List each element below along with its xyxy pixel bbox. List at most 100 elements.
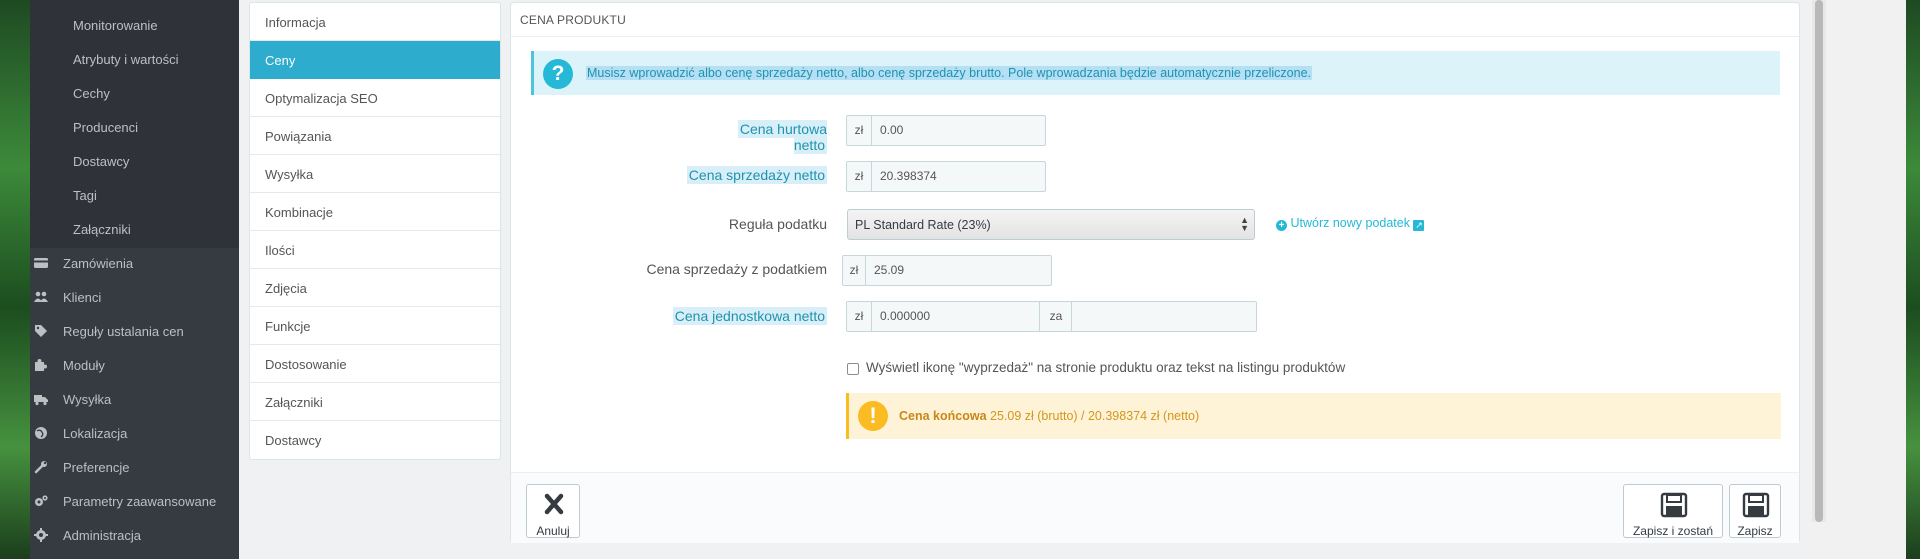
tab-seo[interactable]: Optymalizacja SEO [250, 79, 500, 117]
menu-item-label: Klienci [63, 290, 102, 305]
cancel-button-label: Anuluj [536, 524, 570, 538]
cogs-icon [35, 495, 48, 506]
menu-item-localization[interactable]: Lokalizacja [30, 417, 239, 451]
menu-item-administration[interactable]: Administracja [30, 519, 239, 553]
unit-price-label: Cena jednostkowa netto [657, 307, 827, 325]
final-price-values: 25.09 zł (brutto) / 20.398374 zł (netto) [990, 409, 1200, 423]
tab-label: Wysyłka [265, 167, 314, 182]
users-icon [34, 291, 48, 302]
menu-item-label: Wysyłka [63, 392, 112, 407]
create-tax-link-text: Utwórz nowy podatek [1290, 216, 1410, 230]
tab-label: Ceny [265, 53, 296, 68]
submenu-item-features[interactable]: Cechy [73, 86, 110, 101]
menu-item-label: Preferencje [63, 460, 130, 475]
cancel-button[interactable]: Anuluj [526, 484, 580, 538]
menu-item-customers[interactable]: Klienci [30, 281, 239, 315]
label-text: Cena jednostkowa netto [672, 307, 827, 325]
menu-item-label: Zamówienia [63, 256, 134, 271]
tab-label: Załączniki [265, 395, 323, 410]
unity-input[interactable] [1072, 302, 1256, 331]
menu-item-label: Parametry zaawansowane [63, 494, 217, 509]
catalog-submenu: Monitorowanie Atrybuty i wartości Cechy … [30, 0, 239, 248]
tab-label: Informacja [265, 15, 326, 30]
tab-label: Optymalizacja SEO [265, 91, 378, 106]
tab-associations[interactable]: Powiązania [250, 117, 500, 155]
unit-per-addon: za [1041, 302, 1072, 331]
net-price-input-group: zł 20.398374 [846, 161, 1046, 192]
net-price-input[interactable]: 20.398374 [872, 162, 1045, 191]
admin-sidebar: Monitorowanie Atrybuty i wartości Cechy … [30, 0, 239, 559]
currency-addon: zł [847, 302, 872, 331]
save-and-stay-button[interactable]: Zapisz i zostań [1623, 484, 1723, 538]
submenu-item-attributes[interactable]: Atrybuty i wartości [73, 52, 178, 67]
unit-price-input-group: zł 0.000000 za [846, 301, 1257, 332]
final-price-label: Cena końcowa [899, 409, 987, 423]
wrench-icon [34, 461, 47, 474]
submenu-item-suppliers[interactable]: Dostawcy [73, 154, 129, 169]
gross-price-label: Cena sprzedaży z podatkiem [646, 261, 827, 277]
wholesale-price-input[interactable]: 0.00 [872, 116, 1045, 145]
tab-customization[interactable]: Dostosowanie [250, 345, 500, 383]
tab-label: Funkcje [265, 319, 311, 334]
gross-price-input[interactable]: 25.09 [866, 256, 1051, 285]
tab-suppliers[interactable]: Dostawcy [250, 421, 500, 459]
menu-item-shipping[interactable]: Wysyłka [30, 383, 239, 417]
menu-item-preferences[interactable]: Preferencje [30, 451, 239, 485]
page-scrollbar-thumb[interactable] [1815, 0, 1823, 522]
tab-combinations[interactable]: Kombinacje [250, 193, 500, 231]
question-icon: ? [543, 59, 573, 89]
tab-label: Zdjęcia [265, 281, 307, 296]
final-price-alert: ! Cena końcowa 25.09 zł (brutto) / 20.39… [846, 393, 1781, 439]
currency-addon: zł [843, 256, 866, 285]
puzzle-icon [35, 359, 47, 371]
submenu-item-attachments[interactable]: Załączniki [73, 222, 131, 237]
tab-label: Dostawcy [265, 433, 322, 448]
on-sale-label[interactable]: Wyświetl ikonę "wyprzedaż" na stronie pr… [866, 360, 1345, 375]
floppy-disk-icon [1660, 492, 1688, 518]
truck-icon [34, 395, 48, 406]
info-alert-text: Musisz wprowadzić albo cenę sprzedaży ne… [586, 66, 1312, 80]
save-and-stay-label: Zapisz i zostań [1632, 524, 1714, 538]
tax-rule-selected: PL Standard Rate (23%) [855, 218, 991, 232]
tab-label: Powiązania [265, 129, 332, 144]
tax-rule-select[interactable]: PL Standard Rate (23%) ▲ ▼ [847, 209, 1255, 240]
window-right-gutter [1810, 0, 1920, 559]
wholesale-price-input-group: zł 0.00 [846, 115, 1046, 146]
unit-price-input[interactable]: 0.000000 [872, 302, 1040, 331]
select-arrows-icon: ▲ ▼ [1240, 215, 1249, 233]
desktop-background-right [1906, 0, 1920, 559]
create-tax-link[interactable]: + Utwórz nowy podatek ↗ [1276, 216, 1425, 231]
tab-quantities[interactable]: Ilości [250, 231, 500, 269]
gear-icon [34, 528, 48, 542]
submenu-item-tags[interactable]: Tagi [73, 188, 97, 203]
tab-prices[interactable]: Ceny [250, 41, 500, 79]
label-text: Cena hurtowa netto [737, 120, 827, 154]
save-button[interactable]: Zapisz [1729, 484, 1781, 538]
panel-footer: Anuluj Zapisz i zostań Zapisz [511, 472, 1799, 543]
save-button-label: Zapisz [1737, 524, 1773, 538]
menu-item-price-rules[interactable]: Reguły ustalania cen [30, 315, 239, 349]
currency-addon: zł [847, 116, 872, 145]
tab-shipping[interactable]: Wysyłka [250, 155, 500, 193]
gross-price-input-group: zł 25.09 [842, 255, 1052, 286]
external-link-icon: ↗ [1413, 220, 1425, 231]
on-sale-checkbox[interactable] [847, 363, 859, 375]
product-tabs: Informacja Ceny Optymalizacja SEO Powiąz… [249, 2, 501, 460]
tab-information[interactable]: Informacja [250, 3, 500, 41]
submenu-item-monitoring[interactable]: Monitorowanie [73, 18, 158, 33]
globe-icon [35, 427, 47, 439]
exclamation-icon: ! [858, 401, 888, 431]
menu-item-orders[interactable]: Zamówienia [30, 247, 239, 281]
plus-circle-icon: + [1276, 220, 1287, 231]
menu-item-modules[interactable]: Moduły [30, 349, 239, 383]
submenu-item-manufacturers[interactable]: Producenci [73, 120, 138, 135]
tab-features[interactable]: Funkcje [250, 307, 500, 345]
menu-item-advanced-parameters[interactable]: Parametry zaawansowane [30, 485, 239, 519]
tab-images[interactable]: Zdjęcia [250, 269, 500, 307]
tab-attachments[interactable]: Załączniki [250, 383, 500, 421]
credit-card-icon [34, 258, 48, 268]
label-text: Cena sprzedaży netto [686, 166, 827, 184]
tab-label: Ilości [265, 243, 295, 258]
currency-addon: zł [847, 162, 872, 191]
info-alert: ? Musisz wprowadzić albo cenę sprzedaży … [531, 51, 1780, 95]
